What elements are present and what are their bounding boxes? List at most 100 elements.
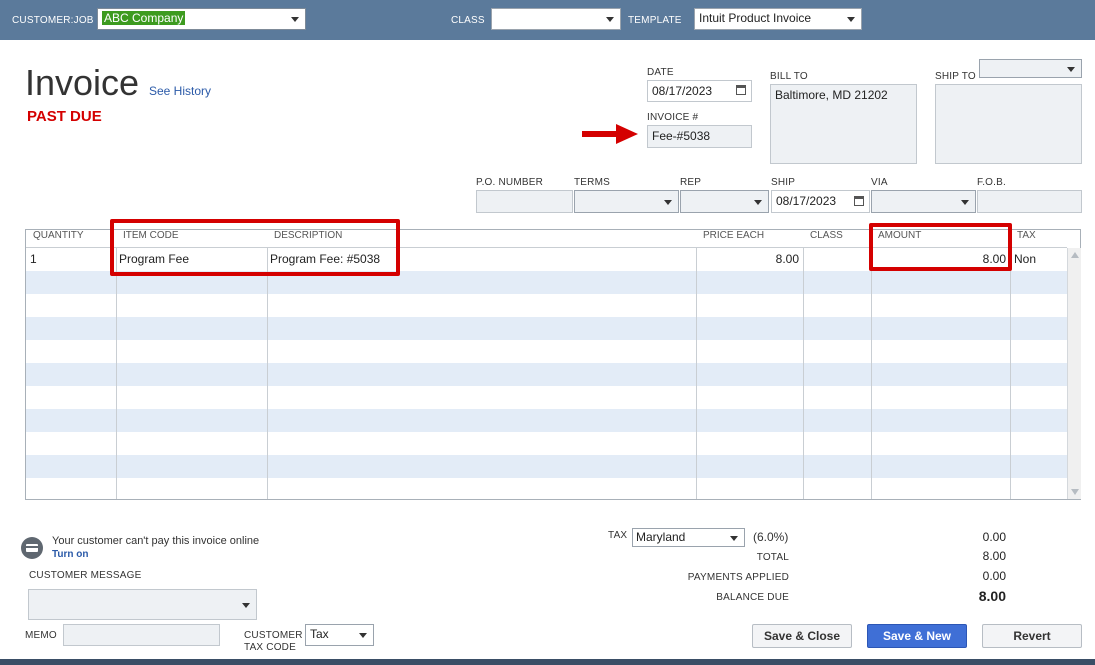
- top-toolbar: CUSTOMER:JOB ABC Company CLASS TEMPLATE …: [0, 0, 1095, 40]
- col-header-price-each[interactable]: PRICE EACH: [703, 230, 764, 247]
- calendar-icon[interactable]: [854, 196, 864, 206]
- terms-label: TERMS: [574, 177, 610, 188]
- tax-label: TAX: [608, 530, 628, 541]
- ship-to-dropdown[interactable]: [979, 59, 1082, 78]
- chevron-down-icon: [730, 535, 738, 541]
- column-divider: [871, 248, 872, 499]
- memo-label: MEMO: [25, 630, 57, 641]
- po-number-field[interactable]: [476, 190, 573, 213]
- customer-tax-code-label-1: CUSTOMER: [244, 630, 303, 641]
- invoice-num-value: Fee-#5038: [652, 129, 711, 143]
- ship-to-label: SHIP TO: [935, 71, 976, 82]
- payments-applied-label: PAYMENTS APPLIED: [687, 572, 789, 583]
- ship-date-value: 08/17/2023: [776, 194, 837, 208]
- scroll-up-icon[interactable]: [1071, 252, 1079, 258]
- column-divider: [803, 248, 804, 499]
- date-label: DATE: [647, 67, 674, 78]
- po-number-label: P.O. NUMBER: [476, 177, 544, 188]
- customer-tax-code-dropdown[interactable]: Tax: [305, 624, 374, 646]
- save-close-button[interactable]: Save & Close: [752, 624, 852, 648]
- date-field[interactable]: 08/17/2023: [647, 80, 752, 102]
- ship-to-field[interactable]: [935, 84, 1082, 164]
- chevron-down-icon: [1067, 66, 1075, 72]
- customer-tax-code-value: Tax: [310, 627, 329, 641]
- col-header-class[interactable]: CLASS: [810, 230, 843, 247]
- row-tax: Non: [1014, 252, 1037, 266]
- column-divider: [1010, 248, 1011, 499]
- chevron-down-icon: [359, 633, 367, 638]
- online-payment-message: Your customer can't pay this invoice onl…: [52, 535, 260, 547]
- table-row[interactable]: [26, 409, 1067, 432]
- total-label: TOTAL: [756, 552, 789, 563]
- invoice-number-field[interactable]: Fee-#5038: [647, 125, 752, 148]
- grid-scrollbar[interactable]: [1067, 248, 1081, 499]
- customer-message-label: CUSTOMER MESSAGE: [29, 570, 142, 581]
- rep-label: REP: [680, 177, 702, 188]
- scroll-down-icon[interactable]: [1071, 489, 1079, 495]
- chevron-down-icon: [754, 199, 762, 205]
- table-row[interactable]: [26, 363, 1067, 386]
- invoice-num-label: INVOICE #: [647, 112, 699, 123]
- past-due-status: PAST DUE: [27, 108, 102, 125]
- table-row[interactable]: [26, 386, 1067, 409]
- chevron-down-icon: [606, 17, 614, 22]
- col-header-quantity[interactable]: QUANTITY: [33, 230, 84, 247]
- via-dropdown[interactable]: [871, 190, 976, 213]
- template-dropdown[interactable]: Intuit Product Invoice: [694, 8, 862, 30]
- table-row[interactable]: [26, 455, 1067, 478]
- calendar-icon[interactable]: [736, 85, 746, 95]
- terms-dropdown[interactable]: [574, 190, 679, 213]
- class-label: CLASS: [451, 15, 485, 26]
- highlight-box-item-description: [110, 219, 400, 276]
- customer-message-dropdown[interactable]: [28, 589, 257, 620]
- bill-to-label: BILL TO: [770, 71, 808, 82]
- fob-label: F.O.B.: [977, 177, 1006, 188]
- template-value: Intuit Product Invoice: [699, 11, 812, 25]
- row-price-each: 8.00: [775, 252, 799, 266]
- total-value: 8.00: [982, 549, 1006, 563]
- customer-job-label: CUSTOMER:JOB: [12, 15, 94, 26]
- class-dropdown[interactable]: [491, 8, 621, 30]
- tax-item-value: Maryland: [636, 530, 686, 544]
- table-row[interactable]: [26, 294, 1067, 317]
- column-divider: [267, 248, 268, 499]
- date-value: 08/17/2023: [652, 84, 713, 98]
- table-row[interactable]: [26, 478, 1067, 499]
- balance-due-value: 8.00: [978, 588, 1006, 604]
- row-quantity: 1: [30, 252, 37, 266]
- fob-field[interactable]: [977, 190, 1082, 213]
- rep-dropdown[interactable]: [680, 190, 769, 213]
- highlight-box-amount: [869, 223, 1012, 271]
- customer-job-dropdown[interactable]: ABC Company: [97, 8, 306, 30]
- page-title: Invoice: [25, 62, 140, 103]
- payments-applied-value: 0.00: [982, 569, 1006, 583]
- bill-to-field[interactable]: Baltimore, MD 21202: [770, 84, 917, 164]
- memo-field[interactable]: [63, 624, 220, 646]
- chevron-down-icon: [847, 17, 855, 22]
- customer-job-value: ABC Company: [102, 11, 186, 25]
- col-header-tax[interactable]: TAX: [1017, 230, 1036, 247]
- ship-label: SHIP: [771, 177, 796, 188]
- see-history-link[interactable]: See History: [149, 84, 211, 98]
- template-label: TEMPLATE: [628, 15, 682, 26]
- table-row[interactable]: [26, 340, 1067, 363]
- chevron-down-icon: [242, 602, 250, 608]
- chevron-down-icon: [664, 199, 672, 205]
- ship-date-field[interactable]: 08/17/2023: [771, 190, 870, 213]
- chevron-down-icon: [961, 199, 969, 205]
- tax-rate: (6.0%): [753, 530, 789, 544]
- revert-button[interactable]: Revert: [982, 624, 1082, 648]
- bill-to-value: Baltimore, MD 21202: [775, 88, 888, 102]
- customer-tax-code-label-2: TAX CODE: [244, 642, 296, 653]
- table-row[interactable]: [26, 432, 1067, 455]
- column-divider: [116, 248, 117, 499]
- bottom-status-strip: [0, 659, 1095, 665]
- turn-on-link[interactable]: Turn on: [52, 549, 88, 560]
- table-row[interactable]: [26, 317, 1067, 340]
- tax-amount: 0.00: [982, 530, 1006, 544]
- online-payment-icon: [21, 537, 43, 559]
- balance-due-label: BALANCE DUE: [716, 592, 789, 603]
- save-new-button[interactable]: Save & New: [867, 624, 967, 648]
- chevron-down-icon: [291, 17, 299, 22]
- tax-item-dropdown[interactable]: Maryland: [632, 528, 745, 547]
